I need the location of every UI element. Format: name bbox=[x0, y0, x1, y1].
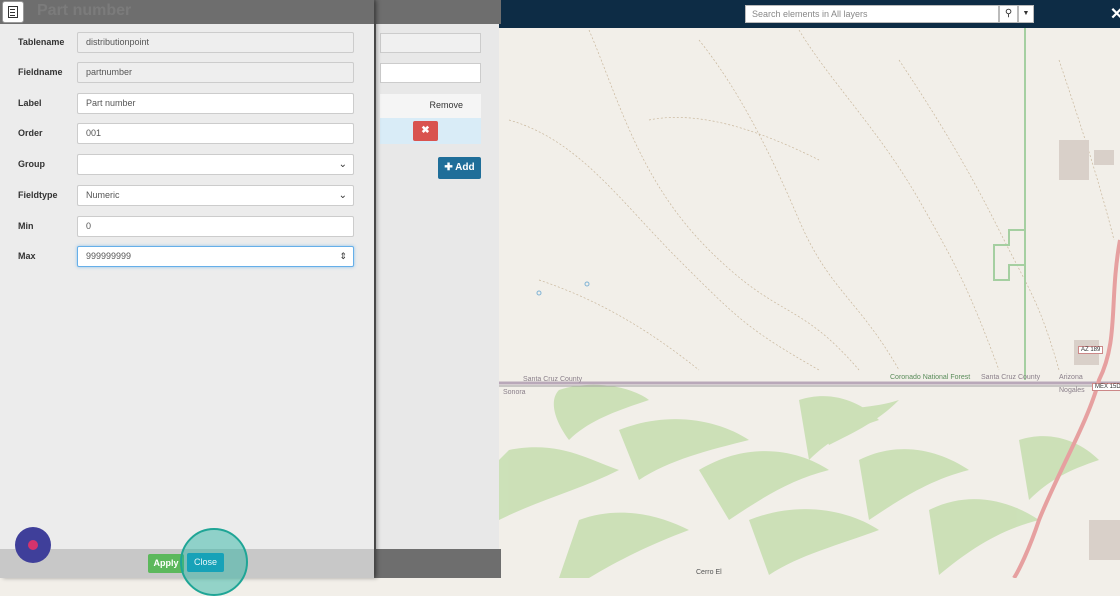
close-icon[interactable]: ✕ bbox=[1110, 4, 1120, 24]
field-label: Group bbox=[18, 159, 45, 169]
search-icon: ⚲ bbox=[1004, 8, 1013, 19]
field-list-panel: Remove ✖ ✚ Add bbox=[374, 0, 501, 578]
close-icon: ✖ bbox=[421, 125, 430, 136]
search-button[interactable]: ⚲ bbox=[999, 5, 1018, 23]
search-options-dropdown[interactable]: ▼ bbox=[1018, 5, 1034, 23]
field-label: Fieldname bbox=[18, 67, 63, 77]
panel-header bbox=[376, 0, 501, 24]
plus-icon: ✚ bbox=[444, 162, 456, 173]
chevron-down-icon: ⌄ bbox=[338, 159, 347, 170]
caret-down-icon: ▼ bbox=[1022, 10, 1030, 17]
max-input-value: 999999999 bbox=[86, 251, 132, 261]
map-label: Coronado National Forest bbox=[890, 374, 971, 381]
spinner-icon[interactable]: ⇕ bbox=[339, 247, 347, 266]
map-shield: AZ 189 bbox=[1078, 346, 1104, 354]
close-button[interactable]: Close bbox=[187, 553, 224, 572]
form-row-order: Order 001 bbox=[0, 123, 374, 147]
apply-button[interactable]: Apply bbox=[148, 554, 184, 573]
map-label: Nogales bbox=[1059, 387, 1085, 394]
add-button[interactable]: ✚ Add bbox=[438, 157, 481, 179]
map-label: Cerro El bbox=[696, 569, 722, 576]
map-label: Sonora bbox=[503, 389, 526, 396]
panel-field[interactable] bbox=[380, 63, 481, 83]
map-shield: MEX 15D bbox=[1092, 383, 1120, 391]
form-row-min: Min 0 bbox=[0, 216, 374, 240]
form-row-max: Max 999999999 ⇕ bbox=[0, 246, 374, 270]
form-row-group: Group ⌄ bbox=[0, 154, 374, 178]
field-label: Max bbox=[18, 251, 36, 261]
map-label: Santa Cruz County bbox=[523, 376, 583, 383]
map-label: Santa Cruz County bbox=[981, 374, 1041, 381]
field-label: Fieldtype bbox=[18, 190, 58, 200]
field-edit-dialog: Part number Tablename distributionpoint … bbox=[0, 0, 374, 578]
field-label: Order bbox=[18, 128, 43, 138]
map-label: Arizona bbox=[1059, 374, 1083, 381]
chevron-down-icon: ⌄ bbox=[338, 190, 347, 201]
panel-footer bbox=[376, 549, 501, 578]
list-icon[interactable] bbox=[2, 1, 24, 23]
group-select[interactable]: ⌄ bbox=[77, 154, 354, 175]
fieldtype-select[interactable]: Numeric ⌄ bbox=[77, 185, 354, 206]
form-row-tablename: Tablename distributionpoint bbox=[0, 32, 374, 56]
add-button-label: Add bbox=[455, 162, 475, 173]
remove-button[interactable]: ✖ bbox=[413, 121, 438, 141]
map-canvas bbox=[499, 28, 1120, 578]
form-row-fieldname: Fieldname partnumber bbox=[0, 62, 374, 86]
label-input[interactable]: Part number bbox=[77, 93, 354, 114]
panel-field[interactable] bbox=[380, 33, 481, 53]
record-icon bbox=[28, 540, 38, 550]
form-row-fieldtype: Fieldtype Numeric ⌄ bbox=[0, 185, 374, 209]
record-button[interactable] bbox=[15, 527, 51, 563]
table-header: Remove bbox=[380, 94, 481, 119]
field-label: Label bbox=[18, 98, 42, 108]
fieldname-field[interactable]: partnumber bbox=[77, 62, 354, 83]
min-input[interactable]: 0 bbox=[77, 216, 354, 237]
form-row-label: Label Part number bbox=[0, 93, 374, 117]
fieldtype-select-value: Numeric bbox=[86, 190, 120, 200]
field-label: Tablename bbox=[18, 37, 65, 47]
dialog-title: Part number bbox=[37, 2, 132, 19]
max-input[interactable]: 999999999 ⇕ bbox=[77, 246, 354, 267]
map-view[interactable]: Santa Cruz County Sonora Coronado Nation… bbox=[499, 0, 1120, 578]
tablename-field[interactable]: distributionpoint bbox=[77, 32, 354, 53]
table-row: ✖ bbox=[380, 118, 481, 144]
search-input[interactable]: Search elements in All layers bbox=[745, 5, 999, 23]
order-input[interactable]: 001 bbox=[77, 123, 354, 144]
remove-column-header: Remove bbox=[429, 100, 463, 110]
field-label: Min bbox=[18, 221, 34, 231]
